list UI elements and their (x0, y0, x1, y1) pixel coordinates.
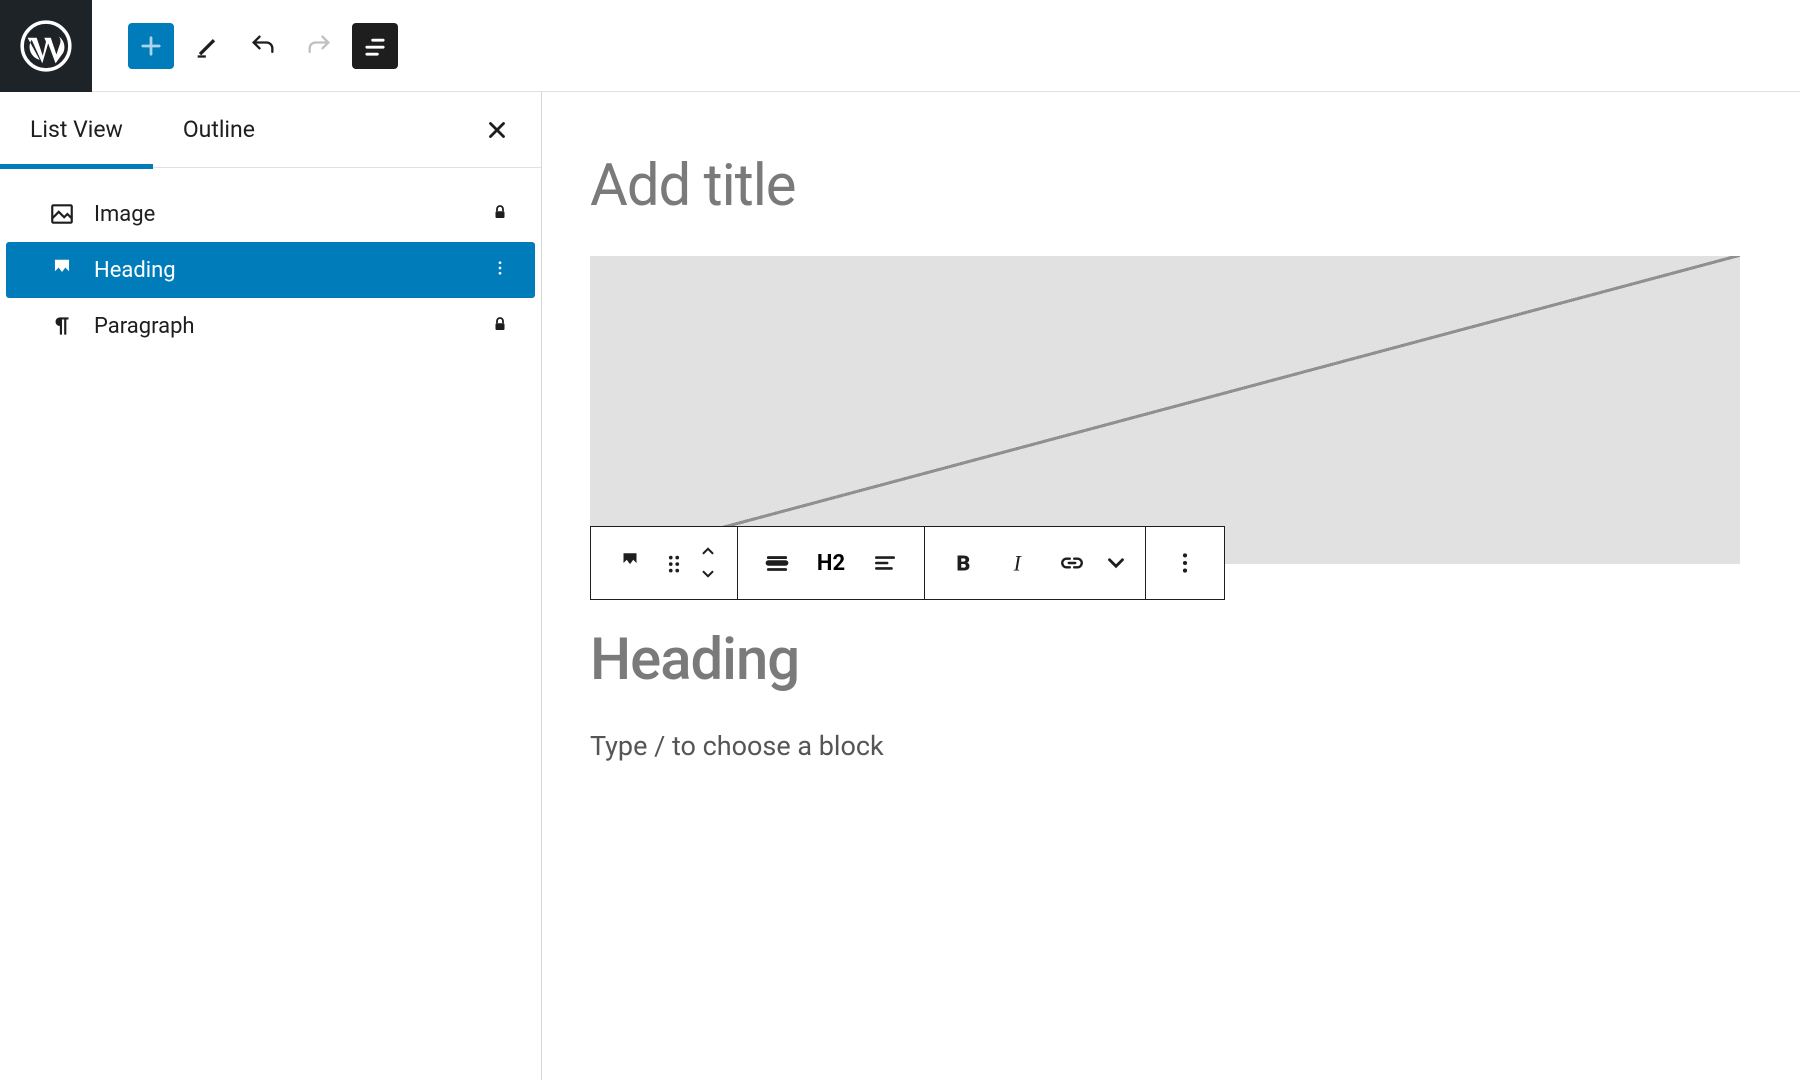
move-up-button[interactable] (699, 541, 717, 562)
redo-icon (305, 32, 333, 60)
align-icon (764, 550, 790, 576)
link-button[interactable] (1045, 536, 1099, 590)
bold-icon: B (951, 550, 977, 576)
move-down-button[interactable] (699, 564, 717, 585)
paragraph-block-icon (48, 313, 76, 339)
pencil-icon (193, 32, 221, 60)
heading-block-icon (48, 257, 76, 283)
italic-icon: I (1005, 550, 1031, 576)
tab-outline[interactable]: Outline (153, 92, 285, 168)
list-view-panel: List View Outline Image Heading (0, 92, 542, 1080)
bold-button[interactable]: B (937, 536, 991, 590)
align-button[interactable] (750, 536, 804, 590)
wordpress-logo[interactable] (0, 0, 92, 92)
image-block-placeholder[interactable] (590, 256, 1740, 564)
chevron-up-icon (699, 545, 717, 557)
drag-icon (661, 550, 687, 576)
paragraph-block-input[interactable]: Type / to choose a block (590, 730, 1740, 762)
list-item-label: Image (94, 202, 155, 227)
close-panel-button[interactable] (477, 110, 517, 150)
text-align-left-icon (872, 550, 898, 576)
list-item-heading[interactable]: Heading (6, 242, 535, 298)
chevron-down-icon (1103, 550, 1129, 576)
undo-button[interactable] (240, 23, 286, 69)
plus-icon (137, 32, 165, 60)
add-block-button[interactable] (128, 23, 174, 69)
image-block-icon (48, 201, 76, 227)
item-options-button[interactable] (491, 258, 509, 283)
heading-level-button[interactable]: H2 (804, 536, 858, 590)
text-align-button[interactable] (858, 536, 912, 590)
list-item-image[interactable]: Image (0, 186, 541, 242)
document-overview-button[interactable] (352, 23, 398, 69)
drag-handle[interactable] (657, 536, 691, 590)
editor-canvas[interactable]: Add title H2 (542, 92, 1800, 1080)
chevron-down-icon (699, 568, 717, 580)
heading-block-icon (617, 550, 643, 576)
lock-icon (491, 202, 509, 227)
tools-button[interactable] (184, 23, 230, 69)
list-item-label: Paragraph (94, 314, 195, 339)
redo-button[interactable] (296, 23, 342, 69)
wordpress-icon (20, 20, 72, 72)
list-item-label: Heading (94, 258, 176, 283)
list-view-icon (361, 32, 389, 60)
close-icon (484, 117, 510, 143)
svg-text:I: I (1013, 552, 1023, 576)
undo-icon (249, 32, 277, 60)
tab-list-view[interactable]: List View (0, 92, 153, 168)
post-title-input[interactable]: Add title (590, 152, 1740, 220)
link-icon (1059, 550, 1085, 576)
panel-tabs: List View Outline (0, 92, 541, 168)
top-toolbar (0, 0, 1800, 92)
block-type-button[interactable] (603, 536, 657, 590)
main-area: List View Outline Image Heading (0, 92, 1800, 1080)
block-toolbar: H2 B I (590, 526, 1225, 600)
more-rich-text-button[interactable] (1099, 536, 1133, 590)
editor-toolbar (92, 23, 398, 69)
italic-button[interactable]: I (991, 536, 1045, 590)
more-vertical-icon (1172, 550, 1198, 576)
block-list: Image Heading Paragraph (0, 168, 541, 354)
heading-level-label: H2 (809, 551, 853, 576)
block-options-button[interactable] (1158, 536, 1212, 590)
lock-icon (491, 314, 509, 339)
svg-text:B: B (956, 552, 970, 576)
list-item-paragraph[interactable]: Paragraph (0, 298, 541, 354)
heading-block-input[interactable]: Heading (590, 626, 1740, 694)
